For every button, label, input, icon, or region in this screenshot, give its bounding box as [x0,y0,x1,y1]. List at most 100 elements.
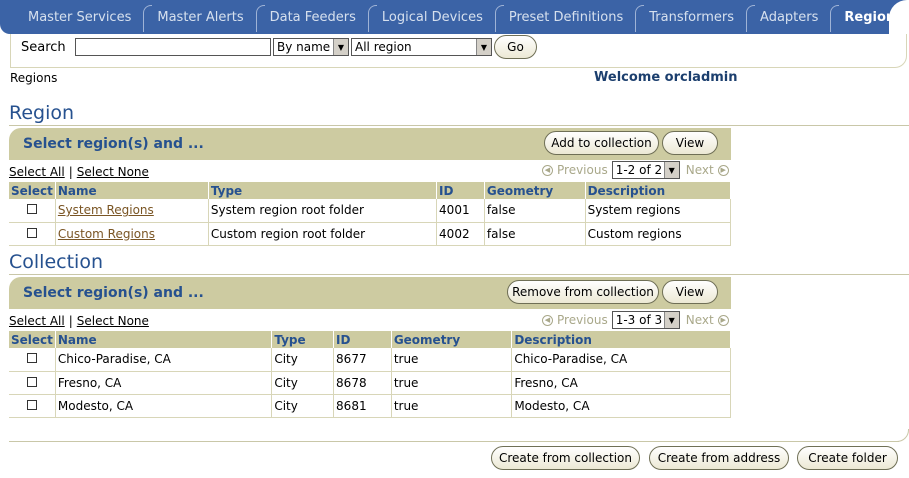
tab-master-services[interactable]: Master Services [14,0,143,34]
row-checkbox[interactable] [26,376,37,387]
cell-name: Modesto, CA [55,394,273,418]
tab-preset-definitions[interactable]: Preset Definitions [494,0,635,34]
create-folder-button[interactable]: Create folder [797,446,898,470]
next-icon: ▶ [717,164,729,176]
search-by-select[interactable]: By name ▼ [273,38,349,56]
region-view-button[interactable]: View [662,131,718,155]
chevron-down-icon: ▼ [663,162,679,178]
cell-type: System region root folder [208,199,438,223]
column-header-select: Select [9,331,56,348]
collection-range-select[interactable]: 1-3 of 3 ▼ [611,311,680,329]
previous-icon: ◀ [542,314,553,326]
cell-id: 4001 [436,199,485,223]
tab-logical-devices[interactable]: Logical Devices [367,0,495,34]
table-header-row: Select Name Type ID Geometry Description [9,331,731,348]
tab-regions[interactable]: Regions [830,0,909,34]
table-row: Custom Regions Custom region root folder… [9,222,732,246]
column-header-geometry: Geometry [484,182,586,199]
collection-pager: ◀ Previous 1-3 of 3 ▼ Next ▶ [538,311,733,329]
tab-master-alerts[interactable]: Master Alerts [143,0,255,34]
tab-adapters[interactable]: Adapters [746,0,830,34]
table-header-row: Select Name Type ID Geometry Description [9,182,732,199]
collection-view-button[interactable]: View [662,280,718,304]
region-scope-select[interactable]: All region ▼ [351,38,492,56]
collection-select-links: Select All | Select None [9,314,149,328]
search-input[interactable] [75,38,271,56]
collection-next-link[interactable]: Next [686,313,714,327]
add-to-collection-button[interactable]: Add to collection [544,131,659,155]
cell-name: Fresno, CA [55,371,273,395]
region-pager: ◀ Previous 1-2 of 2 ▼ Next ▶ [538,161,733,179]
region-name-link[interactable]: System Regions [58,203,154,217]
chevron-down-icon: ▼ [476,39,491,55]
table-row: System Regions System region root folder… [9,199,732,223]
cell-geometry: true [391,348,513,372]
cell-geometry: true [391,371,513,395]
column-header-select: Select [9,182,56,199]
row-checkbox[interactable] [26,227,37,238]
column-header-id: ID [436,182,485,199]
go-button[interactable]: Go [494,35,537,59]
cell-description: Modesto, CA [511,394,731,418]
cell-name: Chico-Paradise, CA [55,348,273,372]
column-header-description: Description [511,331,731,348]
cell-description: Custom regions [585,222,732,246]
cell-geometry: true [391,394,513,418]
cell-id: 8678 [333,371,392,395]
cell-geometry: false [484,199,586,223]
create-from-address-button[interactable]: Create from address [649,446,789,470]
column-header-geometry: Geometry [391,331,513,348]
region-action-band: Select region(s) and ... Add to collecti… [9,128,731,160]
region-select-none-link[interactable]: Select None [77,165,149,179]
region-previous-link[interactable]: Previous [557,163,608,177]
column-header-name: Name [55,331,273,348]
cell-id: 8681 [333,394,392,418]
row-checkbox[interactable] [26,399,37,410]
column-header-type: Type [208,182,438,199]
collection-band-title: Select region(s) and ... [23,285,204,301]
tab-bar: Master Services Master Alerts Data Feede… [0,0,909,34]
region-band-title: Select region(s) and ... [23,136,204,152]
column-header-name: Name [55,182,209,199]
cell-description: System regions [585,199,732,223]
collection-heading: Collection [9,251,103,273]
previous-icon: ◀ [542,164,553,176]
collection-select-none-link[interactable]: Select None [77,314,149,328]
region-select-all-link[interactable]: Select All [9,165,65,179]
create-from-collection-button[interactable]: Create from collection [491,446,640,470]
tabs: Master Services Master Alerts Data Feede… [14,0,909,34]
cell-geometry: false [484,222,586,246]
table-row: Modesto, CA City 8681 true Modesto, CA [9,394,731,418]
cell-id: 8677 [333,348,392,372]
search-bar: Search By name ▼ All region ▼ Go [10,34,907,68]
row-checkbox[interactable] [26,353,37,364]
region-name-link[interactable]: Custom Regions [58,227,155,241]
chevron-down-icon: ▼ [663,312,679,328]
tab-data-feeders[interactable]: Data Feeders [255,0,368,34]
welcome-text: Welcome orcladmin [594,70,738,85]
search-label: Search [21,40,66,55]
row-checkbox[interactable] [26,204,37,215]
region-heading: Region [9,102,75,124]
collection-action-band: Select region(s) and ... Remove from col… [9,277,731,309]
region-next-link[interactable]: Next [686,163,714,177]
cell-description: Fresno, CA [511,371,731,395]
tab-transformers[interactable]: Transformers [635,0,746,34]
remove-from-collection-button[interactable]: Remove from collection [507,280,659,304]
region-table: Select Name Type ID Geometry Description… [9,182,732,246]
region-select-links: Select All | Select None [9,165,149,179]
column-header-id: ID [333,331,392,348]
cell-type: City [271,371,335,395]
collection-previous-link[interactable]: Previous [557,313,608,327]
collection-select-all-link[interactable]: Select All [9,314,65,328]
column-header-description: Description [585,182,732,199]
cell-type: Custom region root folder [208,222,438,246]
collection-table: Select Name Type ID Geometry Description… [9,331,731,418]
cell-description: Chico-Paradise, CA [511,348,731,372]
table-row: Chico-Paradise, CA City 8677 true Chico-… [9,348,731,372]
column-header-type: Type [271,331,335,348]
next-icon: ▶ [717,314,729,326]
region-range-select[interactable]: 1-2 of 2 ▼ [611,161,680,179]
table-row: Fresno, CA City 8678 true Fresno, CA [9,371,731,395]
chevron-down-icon: ▼ [333,39,348,55]
